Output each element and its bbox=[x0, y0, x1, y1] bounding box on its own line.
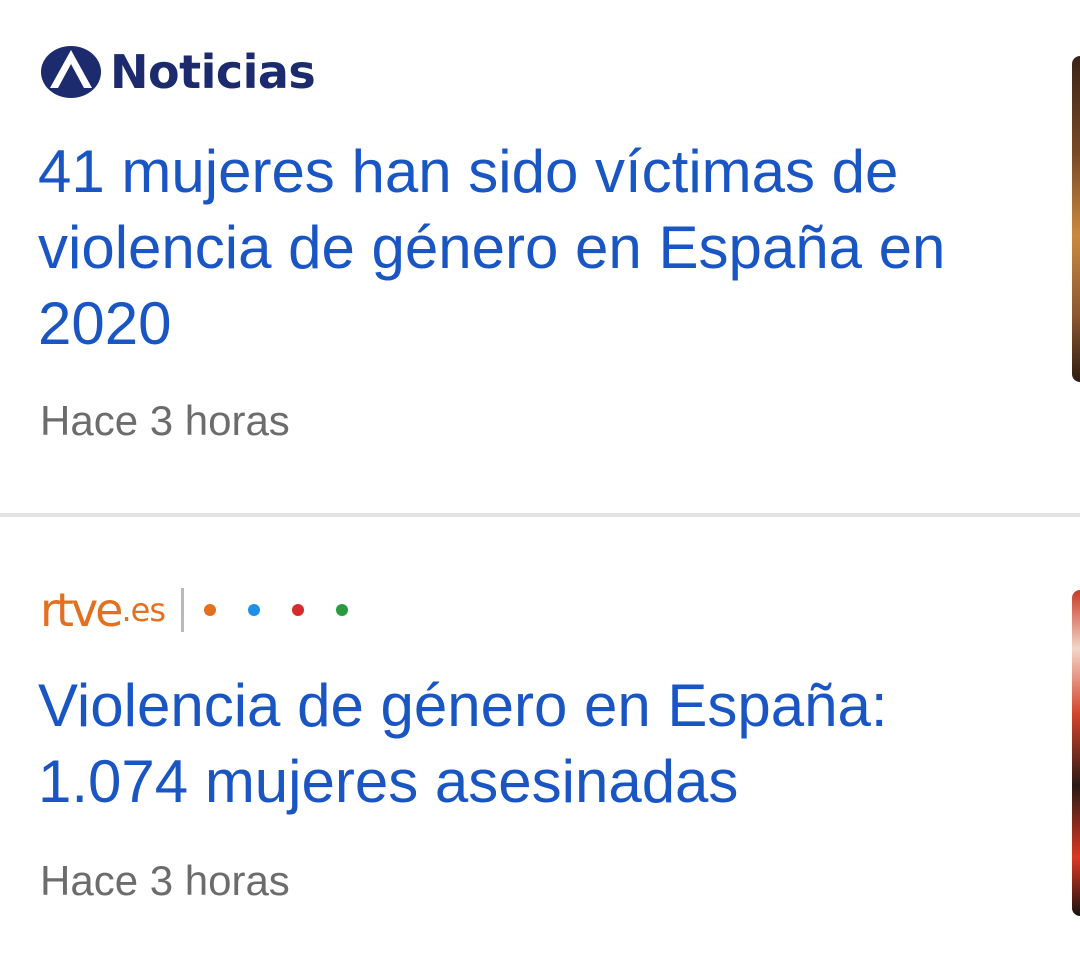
rtve-dots-logo-icon bbox=[204, 604, 349, 616]
logo-separator bbox=[181, 588, 185, 632]
news-card[interactable]: Noticias 41 mujeres han sido víctimas de… bbox=[0, 0, 1080, 514]
orange-dot-icon bbox=[204, 604, 217, 616]
red-dot-icon bbox=[292, 604, 305, 616]
card-divider bbox=[0, 513, 1080, 517]
green-dot-icon bbox=[336, 604, 349, 616]
article-headline[interactable]: Violencia de género en España: 1.074 muj… bbox=[38, 668, 998, 820]
article-thumbnail[interactable] bbox=[1072, 590, 1080, 916]
article-time: Hace 3 horas bbox=[40, 397, 290, 444]
article-time: Hace 3 horas bbox=[40, 857, 290, 904]
source-row: rtve .es bbox=[40, 580, 349, 640]
source-name: rtve bbox=[40, 583, 124, 637]
news-card[interactable]: rtve .es Violencia de género en España: … bbox=[0, 518, 1080, 962]
article-thumbnail[interactable] bbox=[1072, 56, 1080, 382]
source-domain-suffix: .es bbox=[121, 591, 166, 629]
news-feed: Noticias 41 mujeres han sido víctimas de… bbox=[0, 0, 1080, 962]
source-row: Noticias bbox=[40, 44, 316, 100]
blue-dot-icon bbox=[248, 604, 261, 616]
article-headline[interactable]: 41 mujeres han sido víctimas de violenci… bbox=[38, 134, 998, 362]
source-name: Noticias bbox=[110, 45, 316, 99]
antena3-logo-icon bbox=[41, 46, 101, 98]
